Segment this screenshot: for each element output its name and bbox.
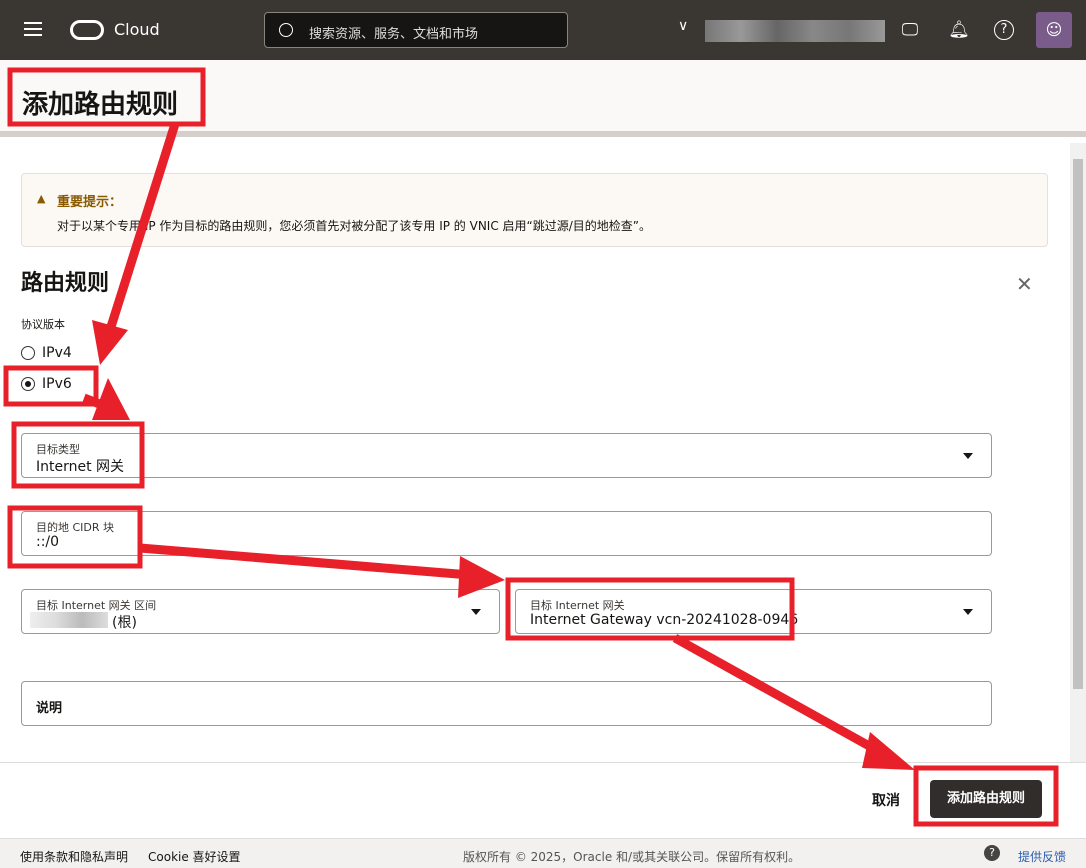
compartment-value: (根) (112, 615, 137, 631)
feedback-link[interactable]: 提供反馈 (1018, 848, 1066, 865)
target-type-value: Internet 网关 (36, 459, 125, 475)
compartment-select[interactable]: 目标 Internet 网关 区间 (根) (21, 589, 500, 634)
target-type-select[interactable]: 目标类型 Internet 网关 (21, 433, 992, 478)
menu-icon[interactable] (24, 22, 42, 36)
cidr-label: 目的地 CIDR 块 (36, 521, 115, 534)
notice-text: 对于以某个专用 IP 作为目标的路由规则，您必须首先对被分配了该专用 IP 的 … (57, 219, 652, 233)
caret-down-icon (471, 609, 481, 615)
close-icon[interactable]: ✕ (1016, 272, 1033, 296)
help-icon[interactable]: ? (994, 20, 1014, 40)
cidr-input[interactable]: 目的地 CIDR 块 ::/0 (21, 511, 992, 556)
description-input[interactable]: 说明 (21, 681, 992, 726)
scrollbar[interactable] (1070, 143, 1086, 762)
cookie-link[interactable]: Cookie 喜好设置 (148, 848, 241, 865)
avatar[interactable]: ☺ (1036, 12, 1072, 48)
oracle-logo-icon[interactable] (70, 20, 104, 40)
region-chevron-down-icon[interactable]: ∨ (678, 18, 688, 34)
search-placeholder: 搜索资源、服务、文档和市场 (309, 27, 479, 42)
radio-ipv6[interactable] (21, 377, 35, 391)
footer: 使用条款和隐私声明 Cookie 喜好设置 版权所有 © 2025，Oracle… (0, 838, 1086, 868)
bell-icon[interactable]: 🔔︎ (947, 18, 971, 42)
caret-down-icon (963, 453, 973, 459)
warning-icon: ▲ (37, 192, 46, 205)
page-title-bar: 添加路由规则 (0, 60, 1086, 137)
gateway-value: Internet Gateway vcn-20241028-0946 (530, 612, 799, 628)
brand-label: Cloud (114, 20, 160, 39)
action-bar: 取消 添加路由规则 (0, 762, 1086, 838)
page-title: 添加路由规则 (22, 90, 179, 120)
radio-ipv6-label: IPv6 (42, 376, 72, 392)
cidr-value: ::/0 (36, 534, 60, 550)
compartment-label: 目标 Internet 网关 区间 (36, 599, 157, 612)
notice-banner: ▲ 重要提示： 对于以某个专用 IP 作为目标的路由规则，您必须首先对被分配了该… (21, 173, 1048, 247)
search-icon (279, 23, 293, 37)
copyright-text: 版权所有 © 2025，Oracle 和/或其关联公司。保留所有权利。 (463, 850, 801, 864)
region-selector-blurred[interactable] (705, 20, 885, 42)
caret-down-icon (963, 609, 973, 615)
radio-ipv4-label: IPv4 (42, 345, 72, 361)
gateway-select[interactable]: 目标 Internet 网关 Internet Gateway vcn-2024… (515, 589, 992, 634)
compartment-name-blurred (30, 612, 108, 628)
annotation-arrow (82, 393, 112, 413)
description-label: 说明 (36, 701, 63, 716)
protocol-label: 协议版本 (21, 318, 65, 331)
add-route-rule-button[interactable]: 添加路由规则 (930, 780, 1042, 818)
search-input[interactable]: 搜索资源、服务、文档和市场 (264, 12, 568, 48)
top-navigation-bar: Cloud 搜索资源、服务、文档和市场 ∨ 🖵 🔔︎ ? ☺ (0, 0, 1086, 60)
target-type-label: 目标类型 (36, 443, 80, 456)
gateway-label: 目标 Internet 网关 (530, 599, 625, 612)
help-icon[interactable]: ? (984, 845, 1000, 861)
terms-link[interactable]: 使用条款和隐私声明 (20, 848, 128, 865)
cancel-button[interactable]: 取消 (872, 790, 900, 810)
radio-ipv4[interactable] (21, 346, 35, 360)
notice-title: 重要提示： (57, 195, 123, 210)
developer-tools-icon[interactable]: 🖵 (898, 18, 922, 42)
section-title: 路由规则 (21, 271, 110, 296)
